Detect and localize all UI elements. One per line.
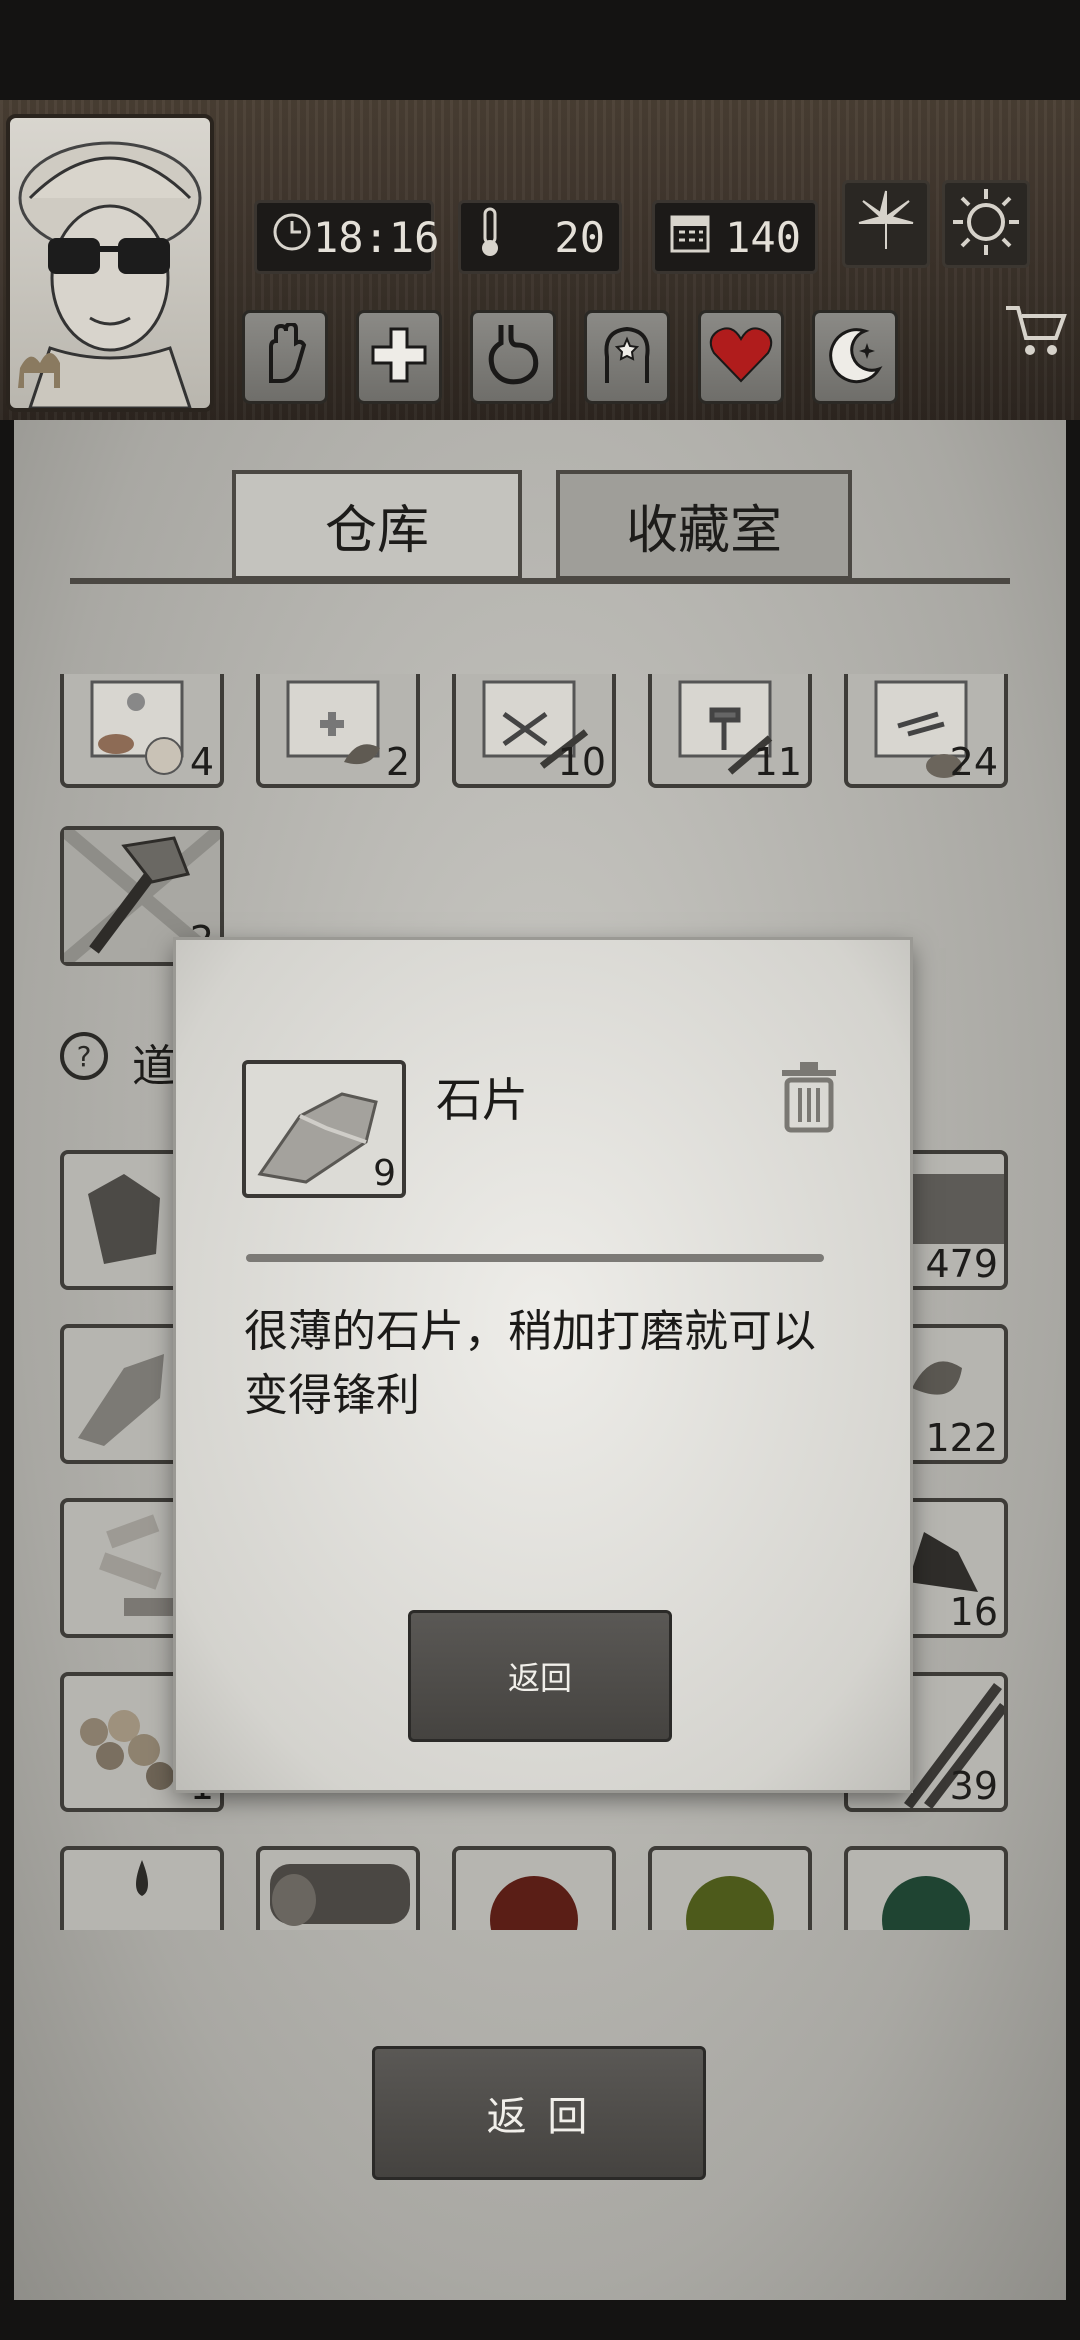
item-count: 2 (385, 740, 410, 784)
tab-collection-room[interactable]: 收藏室 (556, 470, 852, 580)
heart-icon (708, 325, 774, 389)
help-icon[interactable]: ? (58, 1030, 110, 1086)
character-portrait[interactable] (6, 114, 214, 412)
leaf-icon (851, 187, 921, 261)
shop-button[interactable] (1004, 300, 1068, 364)
temperature-value: 20 (554, 212, 605, 262)
item-count: 479 (925, 1242, 998, 1286)
dialog-back-label: 返回 (507, 1659, 572, 1697)
mind-status[interactable] (584, 310, 670, 404)
trash-icon (778, 1062, 840, 1138)
inventory-slot[interactable]: 4 (60, 674, 224, 788)
time-value: 18:16 (313, 212, 440, 262)
inventory-slot[interactable]: 11 (648, 674, 812, 788)
moon-icon (825, 325, 885, 389)
inventory-slot[interactable]: 24 (844, 674, 1008, 788)
temperature-display: 20 (458, 200, 622, 274)
inventory-slot[interactable]: 2 (256, 674, 420, 788)
item-description: 很薄的石片，稍加打磨就可以变得锋利 (244, 1306, 816, 1421)
inventory-slot[interactable] (844, 1846, 1008, 1964)
dialog-back-button[interactable]: 返回 (408, 1610, 672, 1742)
clock-icon (271, 211, 313, 263)
item-count: 16 (949, 1590, 998, 1634)
inventory-slot[interactable] (60, 1846, 224, 1930)
item-name: 石片 (436, 1073, 528, 1127)
svg-text:?: ? (77, 1040, 92, 1073)
item-icon-slot: 9 (242, 1060, 406, 1198)
sun-icon (950, 186, 1022, 262)
item-count: 24 (949, 740, 998, 784)
dialog-divider (246, 1254, 824, 1262)
hand-icon (257, 321, 313, 391)
tab-warehouse-label: 仓库 (324, 500, 429, 561)
sleep-status[interactable] (812, 310, 898, 404)
delete-button[interactable] (778, 1060, 840, 1138)
inventory-slot[interactable] (648, 1846, 812, 1964)
tab-warehouse[interactable]: 仓库 (232, 470, 522, 580)
bottom-back-button[interactable]: 返 回 (372, 2046, 706, 2180)
mind-icon (597, 323, 657, 391)
item-count: 9 (373, 1153, 396, 1194)
sun-icon-button[interactable] (942, 180, 1030, 268)
item-count: 122 (925, 1416, 998, 1460)
time-display: 18:16 (254, 200, 439, 274)
inventory-slot[interactable] (256, 1846, 420, 1930)
health-status[interactable] (356, 310, 442, 404)
tab-collection-room-label: 收藏室 (625, 500, 782, 561)
item-count: 4 (189, 740, 214, 784)
section-label: 道 (132, 1041, 176, 1092)
health-cross-icon (369, 325, 429, 389)
item-count: 39 (949, 1764, 998, 1808)
stomach-icon (483, 323, 543, 391)
stomach-status[interactable] (470, 310, 556, 404)
heart-status[interactable] (698, 310, 784, 404)
bottom-back-label: 返 回 (486, 2094, 592, 2140)
thermometer-icon (475, 206, 505, 268)
inventory-slot[interactable] (452, 1846, 616, 1964)
day-display: 140 (652, 200, 818, 274)
inventory-slot[interactable]: 10 (452, 674, 616, 788)
tab-divider (70, 578, 1010, 584)
day-value: 140 (725, 212, 801, 262)
item-count: 11 (753, 740, 802, 784)
item-count: 10 (557, 740, 606, 784)
leaf-icon-button[interactable] (842, 180, 930, 268)
shopping-cart-icon (1004, 306, 1068, 364)
hand-status[interactable] (242, 310, 328, 404)
calendar-icon (669, 210, 711, 264)
